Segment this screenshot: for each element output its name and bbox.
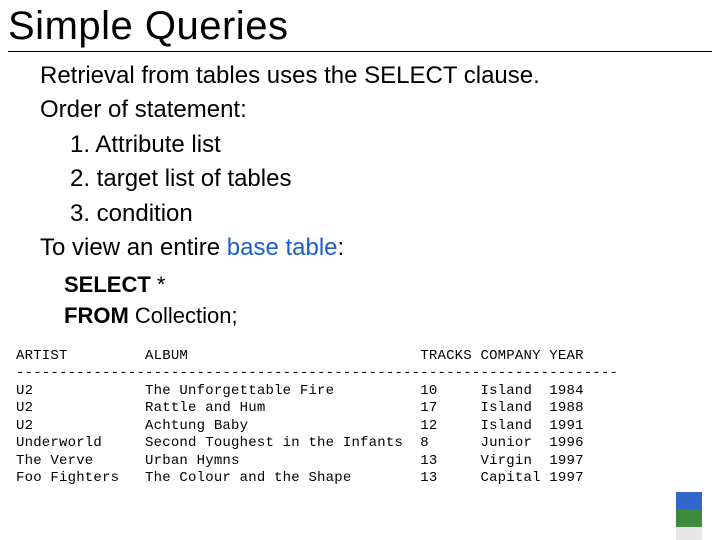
step-1: 1. Attribute list [70,129,690,161]
body-line-2: Order of statement: [40,94,690,126]
corner-stripe-icon [676,492,702,540]
base-table-link[interactable]: base table [227,234,338,261]
step-3: 3. condition [70,198,690,230]
body-line-3: To view an entire base table: [40,232,690,264]
sql-code: SELECT * FROM Collection; [64,270,690,332]
query-result-table: ARTIST ALBUM TRACKS COMPANY YEAR -------… [16,348,720,488]
select-keyword: SELECT [64,272,151,297]
slide-body: Retrieval from tables uses the SELECT cl… [40,60,690,332]
from-keyword: FROM [64,303,129,328]
slide: Simple Queries Retrieval from tables use… [0,4,720,540]
code-line-from: FROM Collection; [64,301,690,332]
line3-suffix: : [338,234,345,261]
line3-prefix: To view an entire [40,234,227,261]
select-rest: * [151,272,166,297]
from-rest: Collection; [129,303,238,328]
title-divider [8,51,712,52]
slide-title: Simple Queries [8,4,720,49]
ordered-steps: 1. Attribute list 2. target list of tabl… [70,129,690,230]
body-line-1: Retrieval from tables uses the SELECT cl… [40,60,690,92]
code-line-select: SELECT * [64,270,690,301]
step-2: 2. target list of tables [70,163,690,195]
